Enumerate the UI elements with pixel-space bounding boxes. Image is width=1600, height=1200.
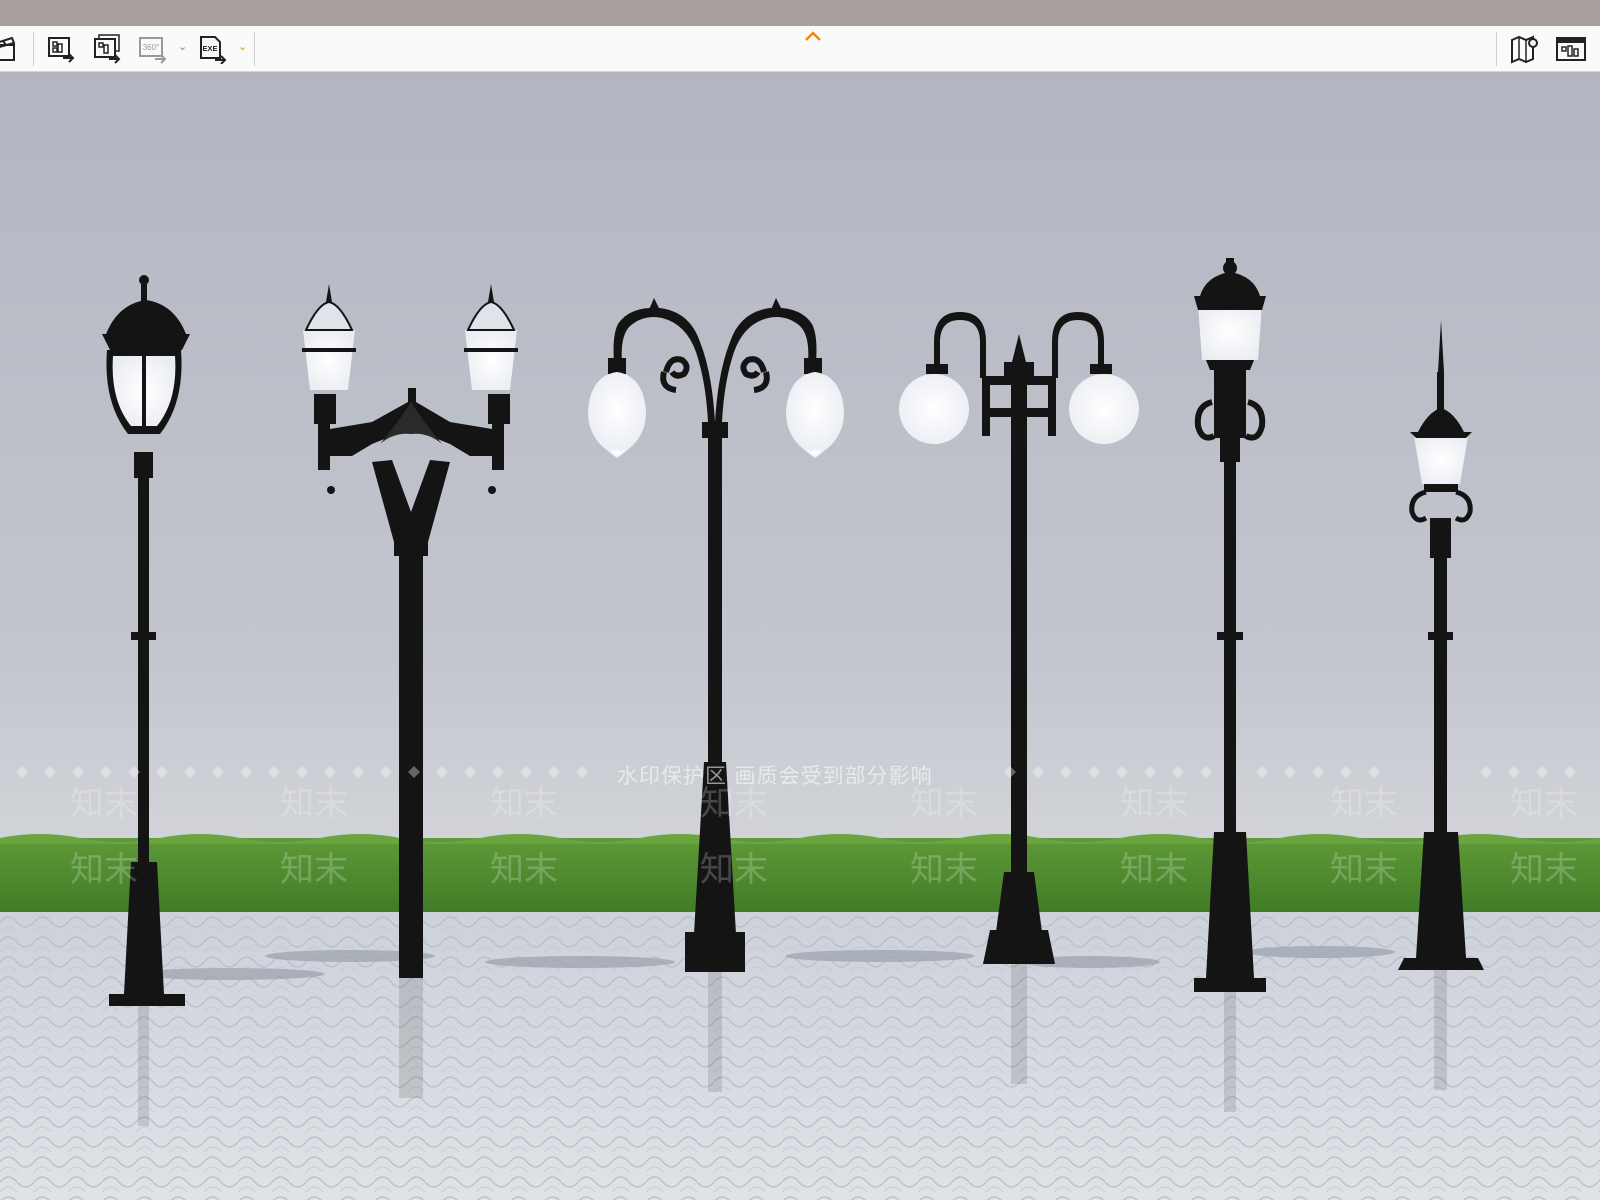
toolbar-separator [1496,32,1497,66]
screen-layout-icon[interactable] [1554,33,1588,65]
watermark-logo: 知末 [1510,784,1578,824]
scene-render [0,72,1600,1200]
watermark-logo: 知末 [70,784,138,824]
watermark-logo: 知末 [1120,850,1188,890]
map-location-icon[interactable] [1508,33,1542,65]
exe-label: EXE [202,44,217,53]
toolbar-separator [254,32,255,66]
toolbar-separator [33,32,34,66]
panorama-360-icon[interactable]: 360° [136,33,170,65]
watermark-logo: 知末 [1510,850,1578,890]
watermark-logo: 知末 [280,850,348,890]
watermark-logo: 知末 [1330,850,1398,890]
collapse-toolbar-button[interactable] [800,28,826,44]
export-exe-icon[interactable]: EXE [196,33,230,65]
watermark-logo: 知末 [70,850,138,890]
watermark-notice: 水印保护区 画质会受到部分影响 [617,764,933,788]
watermark-logo: 知末 [280,784,348,824]
batch-render-icon[interactable] [90,33,124,65]
3d-viewport[interactable]: 水印保护区 画质会受到部分影响 知末 知末 知末 知末 知末 知末 知末 知末 … [0,72,1600,1200]
window-title-bar [0,0,1600,26]
clapper-icon[interactable] [0,33,20,65]
watermark-logo: 知末 [910,784,978,824]
render-image-icon[interactable] [44,33,78,65]
watermark-logo: 知末 [700,850,768,890]
panorama-dropdown-caret[interactable]: ⌄ [178,40,187,53]
watermark-logo: 知末 [1120,784,1188,824]
watermark-logo: 知末 [700,784,768,824]
watermark-logo: 知末 [490,850,558,890]
sky-background [0,72,1600,852]
watermark-logo: 知末 [1330,784,1398,824]
export-dropdown-caret[interactable]: ⌄ [238,40,247,53]
panorama-label: 360° [143,43,160,52]
watermark-logo: 知末 [490,784,558,824]
watermark-logo: 知末 [910,850,978,890]
chevron-up-icon [805,31,821,41]
